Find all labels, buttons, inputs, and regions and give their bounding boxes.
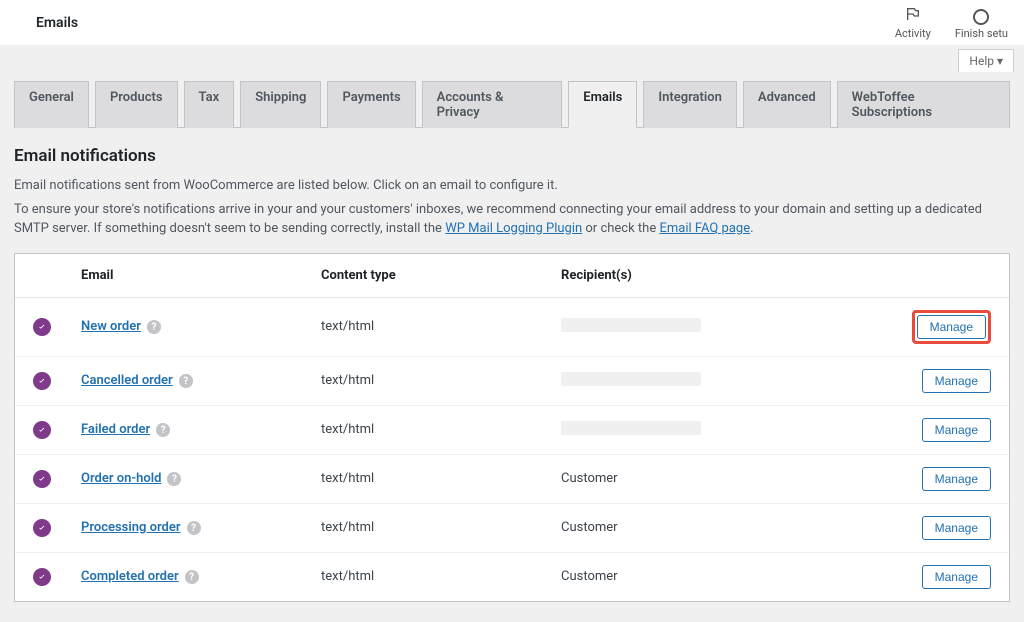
manage-button[interactable]: Manage	[922, 369, 991, 393]
content-type-cell: text/html	[309, 552, 549, 601]
wp-mail-logging-link[interactable]: WP Mail Logging Plugin	[445, 221, 582, 236]
email-table: Email Content type Recipient(s) New orde…	[14, 253, 1010, 602]
status-enabled-icon	[33, 568, 51, 586]
help-tooltip-icon[interactable]: ?	[179, 374, 193, 388]
email-name-cell: New order?	[69, 297, 309, 356]
status-cell	[15, 503, 69, 552]
status-cell	[15, 454, 69, 503]
status-enabled-icon	[33, 318, 51, 336]
tab-shipping[interactable]: Shipping	[240, 81, 321, 128]
col-ctype-header: Content type	[309, 254, 549, 298]
status-enabled-icon	[33, 519, 51, 537]
email-name-link[interactable]: Order on-hold	[81, 471, 161, 486]
activity-label: Activity	[895, 27, 931, 40]
col-status-header	[15, 254, 69, 298]
tab-accounts-privacy[interactable]: Accounts & Privacy	[422, 81, 563, 128]
redacted-recipient	[561, 421, 701, 435]
status-cell	[15, 356, 69, 405]
page-title: Emails	[16, 15, 78, 31]
col-recip-header: Recipient(s)	[549, 254, 899, 298]
recipient-cell	[549, 297, 899, 356]
email-name-link[interactable]: Completed order	[81, 569, 179, 584]
table-row: Processing order?text/htmlCustomerManage	[15, 503, 1009, 552]
email-name-cell: Order on-hold?	[69, 454, 309, 503]
status-enabled-icon	[33, 470, 51, 488]
table-row: New order?text/htmlManage	[15, 297, 1009, 356]
tab-webtoffee-subscriptions[interactable]: WebToffee Subscriptions	[837, 81, 1010, 128]
tab-integration[interactable]: Integration	[643, 81, 737, 128]
help-tooltip-icon[interactable]: ?	[185, 570, 199, 584]
recipient-cell	[549, 356, 899, 405]
email-name-link[interactable]: Failed order	[81, 422, 150, 437]
status-cell	[15, 552, 69, 601]
recipient-cell	[549, 405, 899, 454]
recipient-cell: Customer	[549, 503, 899, 552]
manage-button[interactable]: Manage	[922, 565, 991, 589]
email-name-cell: Completed order?	[69, 552, 309, 601]
email-name-cell: Cancelled order?	[69, 356, 309, 405]
email-name-cell: Failed order?	[69, 405, 309, 454]
help-tooltip-icon[interactable]: ?	[187, 521, 201, 535]
actions-cell: Manage	[899, 552, 1009, 601]
finish-setup-label: Finish setu	[955, 27, 1008, 40]
email-name-cell: Processing order?	[69, 503, 309, 552]
circle-icon	[973, 9, 989, 25]
email-name-link[interactable]: Cancelled order	[81, 373, 173, 388]
section-heading: Email notifications	[14, 146, 1010, 166]
email-name-link[interactable]: New order	[81, 319, 141, 334]
actions-cell: Manage	[899, 297, 1009, 356]
actions-cell: Manage	[899, 503, 1009, 552]
help-tab[interactable]: Help ▾	[958, 49, 1014, 72]
redacted-recipient	[561, 372, 701, 386]
content-type-cell: text/html	[309, 297, 549, 356]
tab-tax[interactable]: Tax	[184, 81, 235, 128]
help-row: Help ▾	[0, 45, 1024, 72]
content-type-cell: text/html	[309, 356, 549, 405]
content-type-cell: text/html	[309, 503, 549, 552]
topbar-actions: Activity Finish setu	[895, 6, 1008, 40]
content: GeneralProductsTaxShippingPaymentsAccoun…	[0, 80, 1024, 622]
manage-button[interactable]: Manage	[922, 467, 991, 491]
actions-cell: Manage	[899, 405, 1009, 454]
content-type-cell: text/html	[309, 454, 549, 503]
status-enabled-icon	[33, 421, 51, 439]
tab-payments[interactable]: Payments	[327, 81, 415, 128]
email-name-link[interactable]: Processing order	[81, 520, 181, 535]
table-row: Order on-hold?text/htmlCustomerManage	[15, 454, 1009, 503]
col-email-header: Email	[69, 254, 309, 298]
section-desc-1: Email notifications sent from WooCommerc…	[14, 176, 1010, 196]
recipient-cell: Customer	[549, 552, 899, 601]
manage-button[interactable]: Manage	[917, 315, 986, 339]
tab-advanced[interactable]: Advanced	[743, 81, 831, 128]
status-cell	[15, 297, 69, 356]
email-faq-link[interactable]: Email FAQ page	[659, 221, 750, 236]
highlighted-manage: Manage	[912, 310, 991, 344]
finish-setup-button[interactable]: Finish setu	[955, 9, 1008, 40]
manage-button[interactable]: Manage	[922, 516, 991, 540]
recipient-cell: Customer	[549, 454, 899, 503]
redacted-recipient	[561, 318, 701, 332]
tab-emails[interactable]: Emails	[568, 81, 637, 128]
table-row: Completed order?text/htmlCustomerManage	[15, 552, 1009, 601]
topbar: Emails Activity Finish setu	[0, 0, 1024, 45]
settings-tabs: GeneralProductsTaxShippingPaymentsAccoun…	[14, 80, 1010, 128]
tab-products[interactable]: Products	[95, 81, 178, 128]
actions-cell: Manage	[899, 356, 1009, 405]
manage-button[interactable]: Manage	[922, 418, 991, 442]
table-row: Failed order?text/htmlManage	[15, 405, 1009, 454]
table-row: Cancelled order?text/htmlManage	[15, 356, 1009, 405]
flag-icon	[905, 6, 921, 25]
content-type-cell: text/html	[309, 405, 549, 454]
status-enabled-icon	[33, 372, 51, 390]
activity-button[interactable]: Activity	[895, 6, 931, 40]
status-cell	[15, 405, 69, 454]
actions-cell: Manage	[899, 454, 1009, 503]
section-desc-2: To ensure your store's notifications arr…	[14, 200, 1010, 239]
col-actions-header	[899, 254, 1009, 298]
help-tooltip-icon[interactable]: ?	[147, 320, 161, 334]
help-tooltip-icon[interactable]: ?	[156, 423, 170, 437]
help-tooltip-icon[interactable]: ?	[167, 472, 181, 486]
tab-general[interactable]: General	[14, 81, 89, 128]
